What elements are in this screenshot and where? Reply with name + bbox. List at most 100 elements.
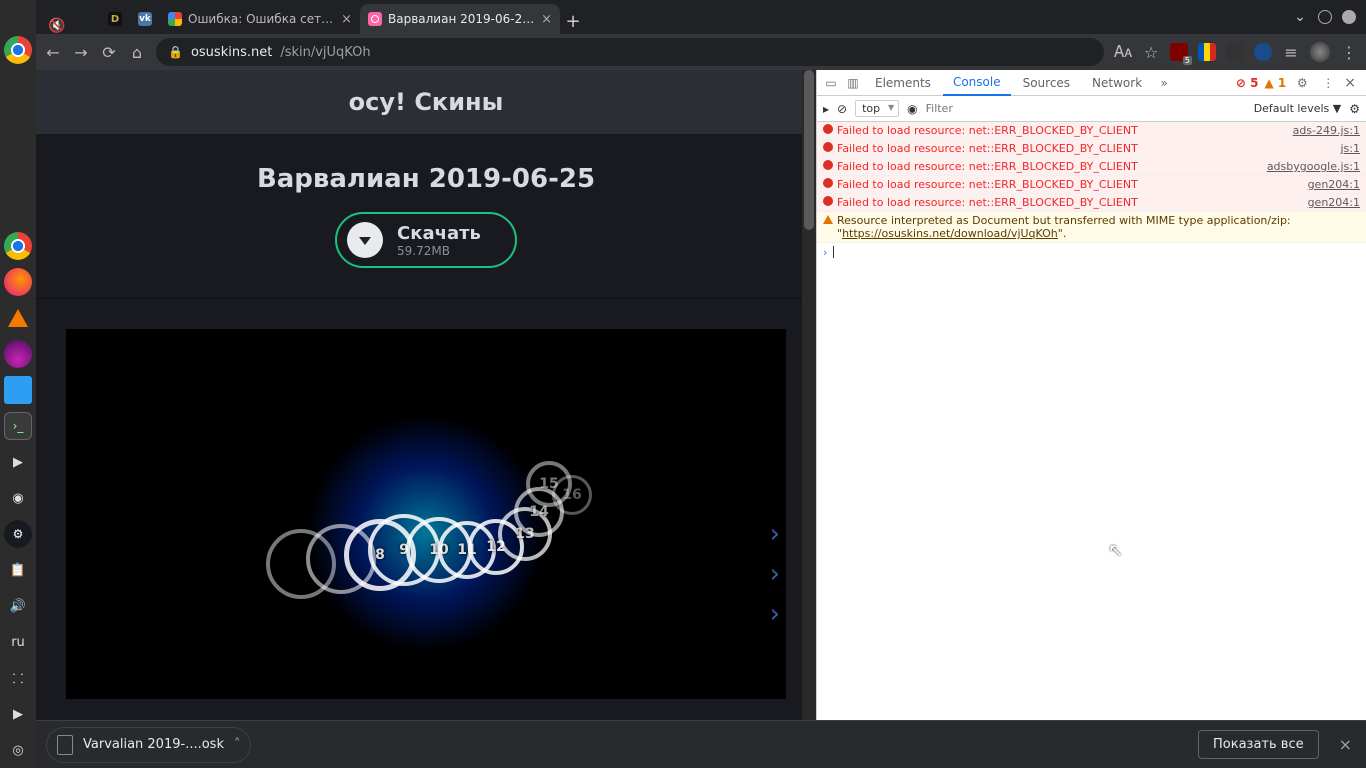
skin-title: Варвалиан 2019-06-25	[36, 164, 816, 194]
log-message: Failed to load resource: net::ERR_BLOCKE…	[837, 124, 1293, 137]
filter-input[interactable]	[926, 100, 1246, 118]
dock-indicator-lang[interactable]: ru	[4, 628, 32, 656]
profile-avatar[interactable]	[1310, 42, 1330, 62]
console-row: Failed to load resource: net::ERR_BLOCKE…	[817, 194, 1366, 212]
log-message: Failed to load resource: net::ERR_BLOCKE…	[837, 160, 1267, 173]
menu-icon[interactable]: ⋮	[1340, 43, 1358, 61]
ext-opera-icon[interactable]	[1254, 43, 1272, 61]
download-button[interactable]: Скачать 59.72MB	[335, 212, 517, 268]
scrollbar[interactable]	[802, 70, 816, 720]
error-icon	[823, 196, 837, 209]
omnibox[interactable]: 🔒 osuskins.net/skin/vjUqKOh	[156, 38, 1104, 66]
dock-app-chrome[interactable]	[4, 232, 32, 260]
reading-list-icon[interactable]: ≡	[1282, 43, 1300, 61]
dock-indicator-wifi[interactable]: ⸬	[4, 664, 32, 692]
home-button[interactable]: ⌂	[128, 43, 146, 61]
download-size: 59.72MB	[397, 244, 481, 258]
tab-title: Ошибка: Ошибка сети - Goo	[188, 12, 335, 26]
dock-indicator-disc[interactable]: ◉	[4, 484, 32, 512]
window-close-icon[interactable]	[1342, 10, 1356, 24]
chevron-right-icon[interactable]: ›	[770, 559, 780, 589]
log-message: Resource interpreted as Document but tra…	[837, 214, 1360, 240]
inspect-icon[interactable]: ▭	[821, 76, 841, 90]
dock-app-files[interactable]	[4, 376, 32, 404]
console-prompt[interactable]: ›	[817, 243, 1366, 262]
more-tabs-icon[interactable]: »	[1154, 76, 1174, 90]
dock-app-flame[interactable]	[4, 340, 32, 368]
tab-elements[interactable]: Elements	[865, 70, 941, 96]
star-icon[interactable]: ☆	[1142, 43, 1160, 61]
dock: ›_ ▶ ◉ ⚙ 📋 🔊 ru ⸬ ▶ ◎	[0, 0, 36, 768]
dock-indicator-sound[interactable]: 🔊	[4, 592, 32, 620]
window-max-icon[interactable]	[1318, 10, 1332, 24]
devtools-close-icon[interactable]: ×	[1344, 75, 1356, 91]
log-source[interactable]: gen204:1	[1308, 178, 1360, 191]
kebab-icon[interactable]: ⋮	[1318, 76, 1338, 90]
tab-google-error[interactable]: Ошибка: Ошибка сети - Goo ×	[160, 4, 360, 34]
log-source[interactable]: ads-249.js:1	[1293, 124, 1360, 137]
skin-preview: 8 9 10 11 12 13 14 15 16 › › ›	[66, 329, 786, 699]
ext-ublock-icon[interactable]	[1170, 43, 1188, 61]
browser-window: 🔇 D vk Ошибка: Ошибка сети - Goo × Варва…	[36, 0, 1366, 720]
download-item[interactable]: Varvalian 2019-....osk ˄	[46, 727, 251, 763]
log-source[interactable]: js:1	[1341, 142, 1361, 155]
close-icon[interactable]: ×	[541, 12, 552, 27]
dock-indicator-expand[interactable]: ▶	[4, 700, 32, 728]
mute-icon[interactable]: 🔇	[48, 18, 65, 34]
dock-indicator-play[interactable]: ▶	[4, 448, 32, 476]
warn-icon	[823, 214, 837, 240]
devtools-tabs: ▭ ▥ Elements Console Sources Network » ⊘…	[817, 70, 1366, 96]
forward-button[interactable]: →	[72, 43, 90, 61]
live-expr-icon[interactable]: ◉	[907, 102, 917, 116]
show-all-button[interactable]: Показать все	[1198, 730, 1319, 759]
reload-button[interactable]: ⟳	[100, 43, 118, 61]
tab-sources[interactable]: Sources	[1013, 70, 1080, 96]
dock-app-vlc[interactable]	[8, 309, 28, 327]
console-settings-icon[interactable]: ⚙	[1349, 102, 1360, 116]
tabstrip: 🔇 D vk Ошибка: Ошибка сети - Goo × Варва…	[36, 0, 1366, 34]
dock-chrome-icon[interactable]	[4, 36, 32, 64]
context-selector[interactable]: top	[855, 100, 899, 117]
tab-vk[interactable]: vk	[130, 4, 160, 34]
log-source[interactable]: gen204:1	[1308, 196, 1360, 209]
log-message: Failed to load resource: net::ERR_BLOCKE…	[837, 142, 1341, 155]
chevron-right-icon[interactable]: ›	[770, 519, 780, 549]
site-title: осу! Скины	[36, 70, 816, 134]
console-row: Failed to load resource: net::ERR_BLOCKE…	[817, 122, 1366, 140]
levels-selector[interactable]: Default levels ▼	[1254, 102, 1342, 115]
warn-badge[interactable]: ▲ 1	[1265, 76, 1287, 90]
dock-app-clipboard[interactable]: 📋	[4, 556, 32, 584]
console-row: Failed to load resource: net::ERR_BLOCKE…	[817, 158, 1366, 176]
new-tab-button[interactable]: +	[560, 8, 586, 34]
chevron-up-icon[interactable]: ˄	[234, 737, 241, 752]
dock-app-terminal[interactable]: ›_	[4, 412, 32, 440]
toolbar: ← → ⟳ ⌂ 🔒 osuskins.net/skin/vjUqKOh 🗛 ☆ …	[36, 34, 1366, 70]
shelf-close-icon[interactable]: ×	[1325, 735, 1366, 754]
tab-d[interactable]: D	[100, 4, 130, 34]
ext-dark-icon[interactable]	[1226, 43, 1244, 61]
back-button[interactable]: ←	[44, 43, 62, 61]
error-badge[interactable]: ⊘ 5	[1236, 76, 1259, 90]
log-url[interactable]: https://osuskins.net/download/vjUqKOh	[842, 227, 1058, 240]
dock-indicator-power[interactable]: ◎	[4, 736, 32, 764]
device-icon[interactable]: ▥	[843, 76, 863, 90]
clear-console-icon[interactable]: ⊘	[837, 102, 847, 116]
settings-icon[interactable]: ⚙	[1292, 76, 1312, 90]
translate-icon[interactable]: 🗛	[1114, 43, 1132, 61]
tab-network[interactable]: Network	[1082, 70, 1152, 96]
console-row: Failed to load resource: net::ERR_BLOCKE…	[817, 176, 1366, 194]
sidebar-toggle-icon[interactable]: ▸	[823, 102, 829, 116]
window-min-icon[interactable]: ⌄	[1292, 9, 1308, 25]
lock-icon: 🔒	[168, 45, 183, 59]
chevron-right-icon[interactable]: ›	[770, 599, 780, 629]
console-row: Failed to load resource: net::ERR_BLOCKE…	[817, 140, 1366, 158]
dock-app-firefox[interactable]	[4, 268, 32, 296]
tab-osuskins[interactable]: Варвалиан 2019-06-25 - осу! ×	[360, 4, 560, 34]
log-source[interactable]: adsbygoogle.js:1	[1267, 160, 1360, 173]
dock-app-steam[interactable]: ⚙	[4, 520, 32, 548]
prompt-caret-icon: ›	[823, 246, 827, 259]
ext-flag-icon[interactable]	[1198, 43, 1216, 61]
favicon-vk: vk	[138, 12, 152, 26]
tab-console[interactable]: Console	[943, 70, 1011, 96]
close-icon[interactable]: ×	[341, 12, 352, 27]
